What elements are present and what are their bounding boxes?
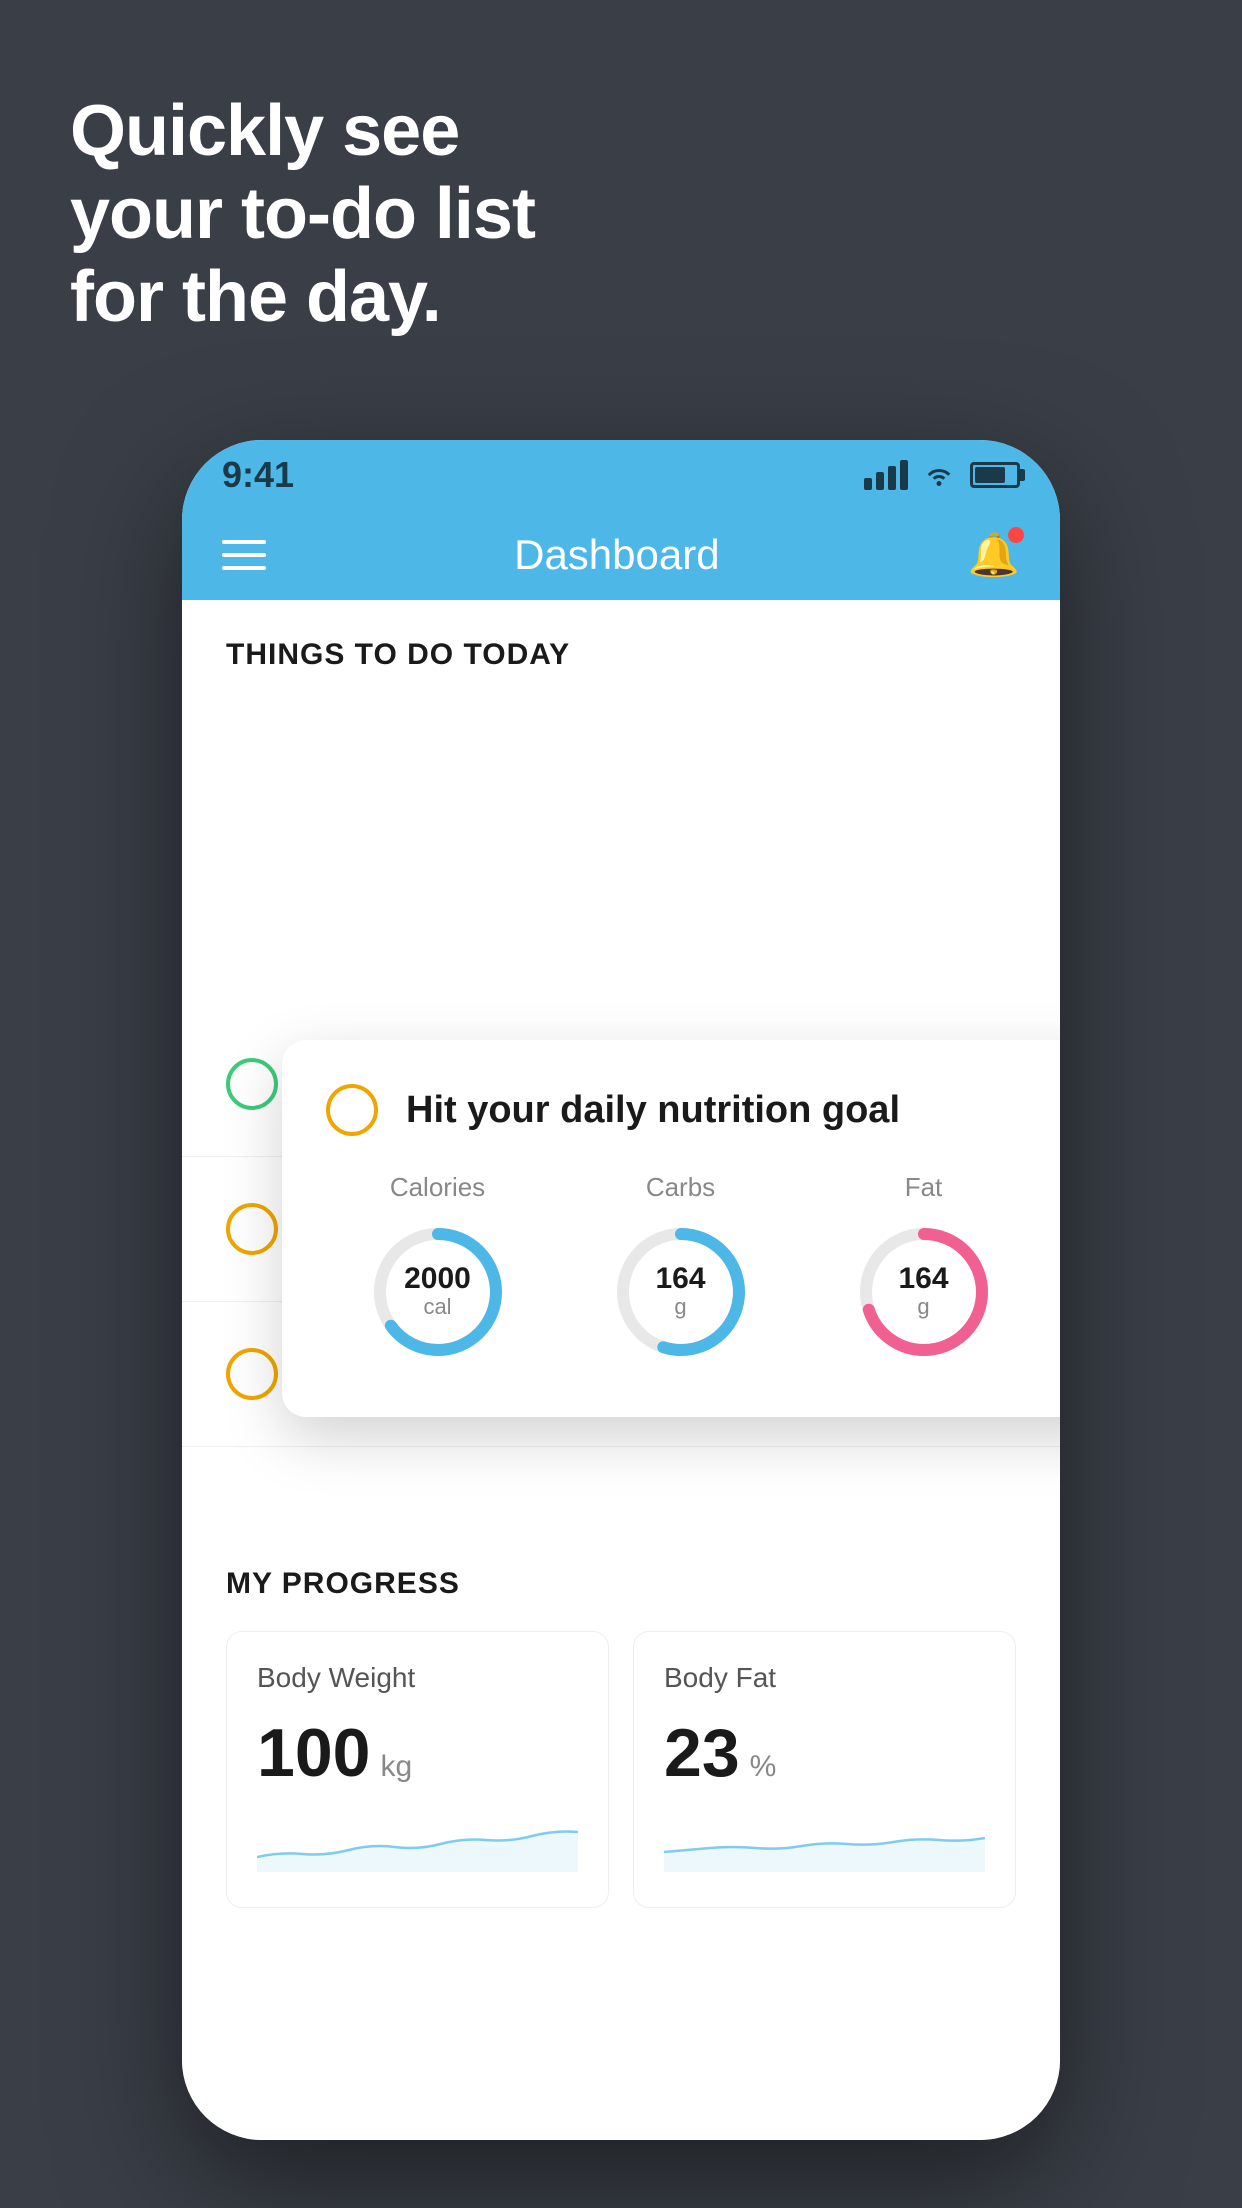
body-weight-sparkline: [257, 1812, 578, 1872]
fat-stat: Fat 164 g: [849, 1172, 999, 1367]
fat-unit: g: [898, 1294, 948, 1320]
fat-label: Fat: [905, 1172, 943, 1203]
body-weight-unit: kg: [380, 1750, 412, 1784]
calories-center: 2000 cal: [404, 1264, 471, 1320]
status-bar: 9:41: [182, 440, 1060, 510]
carbs-donut: 164 g: [606, 1217, 756, 1367]
calories-donut: 2000 cal: [363, 1217, 513, 1367]
progress-cards: Body Weight 100 kg Body Fat 23 %: [226, 1631, 1016, 1908]
nutrition-card: Hit your daily nutrition goal Calories 2…: [282, 1040, 1060, 1417]
body-fat-value: 23 %: [664, 1714, 985, 1792]
headline-line1: Quickly see: [70, 90, 535, 173]
calories-unit: cal: [404, 1294, 471, 1320]
wifi-icon: [922, 463, 956, 487]
calories-label-text: Calories: [390, 1172, 485, 1203]
body-weight-num: 100: [257, 1714, 370, 1792]
progress-header: MY PROGRESS: [226, 1567, 1016, 1601]
hamburger-menu-button[interactable]: [222, 540, 266, 570]
carbs-label: Carbs: [646, 1172, 715, 1203]
status-icons: [864, 460, 1020, 490]
running-check[interactable]: [226, 1058, 278, 1110]
body-fat-num: 23: [664, 1714, 740, 1792]
body-weight-card[interactable]: Body Weight 100 kg: [226, 1631, 609, 1908]
body-weight-label: Body Weight: [257, 1662, 578, 1694]
status-time: 9:41: [222, 454, 294, 496]
calories-stat: Calories 2000 cal: [363, 1172, 513, 1367]
nutrition-stats: Calories 2000 cal Carbs: [326, 1172, 1060, 1367]
card-spacer: [182, 692, 1060, 1012]
body-fat-sparkline: [664, 1812, 985, 1872]
headline-line2: your to-do list: [70, 173, 535, 256]
carbs-value: 164: [655, 1264, 705, 1294]
battery-icon: [970, 462, 1020, 488]
nutrition-title: Hit your daily nutrition goal: [406, 1089, 900, 1132]
headline: Quickly see your to-do list for the day.: [70, 90, 535, 338]
nav-title: Dashboard: [514, 531, 719, 579]
body-fat-label: Body Fat: [664, 1662, 985, 1694]
phone-mockup: 9:41 Dashboard 🔔 THINGS TO DO TODAY: [182, 440, 1060, 2140]
body-stats-check[interactable]: [226, 1203, 278, 1255]
carbs-label-text: Carbs: [646, 1172, 715, 1203]
carbs-unit: g: [655, 1294, 705, 1320]
card-title-row: Hit your daily nutrition goal: [326, 1084, 1060, 1136]
signal-bars-icon: [864, 460, 908, 490]
notification-bell-button[interactable]: 🔔: [968, 531, 1020, 580]
calories-label: Calories: [390, 1172, 485, 1203]
body-weight-value: 100 kg: [257, 1714, 578, 1792]
middle-spacer: [182, 1447, 1060, 1527]
fat-center: 164 g: [898, 1264, 948, 1320]
nutrition-check[interactable]: [326, 1084, 378, 1136]
carbs-center: 164 g: [655, 1264, 705, 1320]
notification-dot: [1008, 527, 1024, 543]
calories-value: 2000: [404, 1264, 471, 1294]
fat-label-text: Fat: [905, 1172, 943, 1203]
progress-photos-check[interactable]: [226, 1348, 278, 1400]
fat-value: 164: [898, 1264, 948, 1294]
things-to-do-header: THINGS TO DO TODAY: [182, 600, 1060, 692]
fat-donut: 164 g: [849, 1217, 999, 1367]
nav-bar: Dashboard 🔔: [182, 510, 1060, 600]
body-fat-unit: %: [750, 1750, 777, 1784]
progress-section: MY PROGRESS Body Weight 100 kg Body Fat: [182, 1527, 1060, 1948]
headline-line3: for the day.: [70, 256, 535, 339]
body-fat-card[interactable]: Body Fat 23 %: [633, 1631, 1016, 1908]
carbs-stat: Carbs 164 g: [606, 1172, 756, 1367]
